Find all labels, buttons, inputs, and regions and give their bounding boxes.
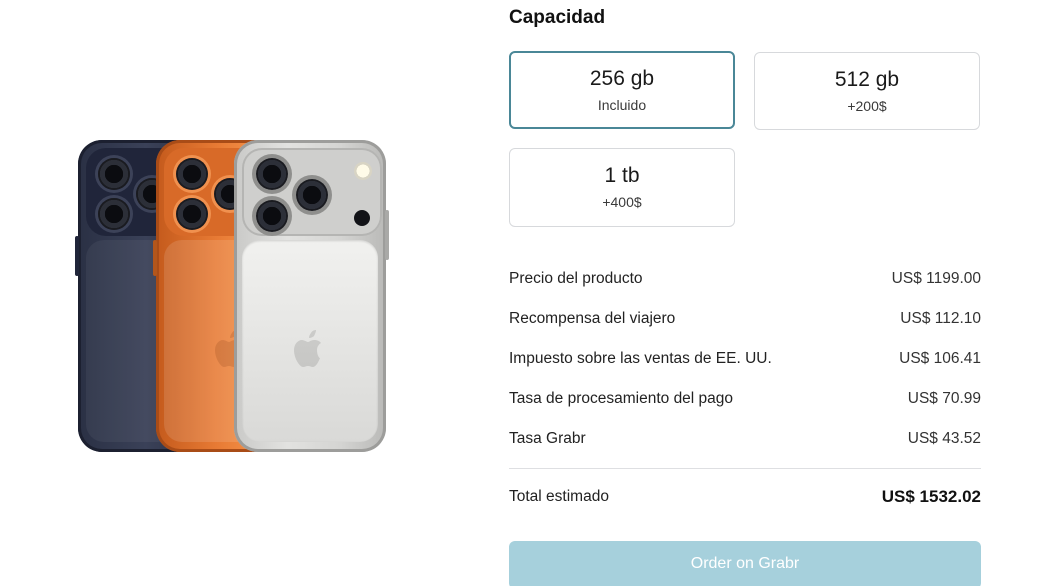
cost-row-payment-processing: Tasa de procesamiento del pago US$ 70.99 [509,388,981,410]
option-price-note: +200$ [847,98,887,114]
cost-amount: US$ 43.52 [907,430,981,447]
capacity-option-1tb[interactable]: 1 tb +400$ [509,148,735,227]
option-size-label: 256 gb [589,67,655,90]
product-order-page: Capacidad 256 gb Incluido 512 gb +200$ 1… [0,0,1054,586]
cost-amount: US$ 112.10 [900,310,981,327]
cost-amount: US$ 1199.00 [891,270,981,287]
capacity-option-512gb[interactable]: 512 gb +200$ [754,52,980,130]
apple-logo-icon [294,330,321,367]
option-price-note: +400$ [602,194,642,210]
product-image [74,136,392,458]
option-size-label: 512 gb [834,68,900,91]
cost-row-grabr-fee: Tasa Grabr US$ 43.52 [509,428,981,450]
cost-label: Tasa Grabr [509,430,586,447]
cost-row-product-price: Precio del producto US$ 1199.00 [509,268,981,290]
capacity-title: Capacidad [509,7,606,28]
cost-label: Impuesto sobre las ventas de EE. UU. [509,350,772,367]
order-on-grabr-button[interactable]: Order on Grabr [509,541,981,586]
total-amount: US$ 1532.02 [881,487,981,506]
phone-silver-image [234,140,389,452]
cost-amount: US$ 70.99 [907,390,981,407]
capacity-option-256gb[interactable]: 256 gb Incluido [509,51,735,129]
cost-label: Tasa de procesamiento del pago [509,390,734,407]
cost-amount: US$ 106.41 [899,350,981,367]
total-row: Total estimado US$ 1532.02 [509,485,981,509]
cost-label: Recompensa del viajero [509,310,676,327]
total-label: Total estimado [509,488,609,505]
total-divider [509,468,981,469]
option-size-label: 1 tb [604,164,640,187]
cost-row-traveler-reward: Recompensa del viajero US$ 112.10 [509,308,981,330]
cost-label: Precio del producto [509,270,643,287]
cost-row-sales-tax: Impuesto sobre las ventas de EE. UU. US$… [509,348,981,370]
option-price-note: Incluido [597,97,647,113]
